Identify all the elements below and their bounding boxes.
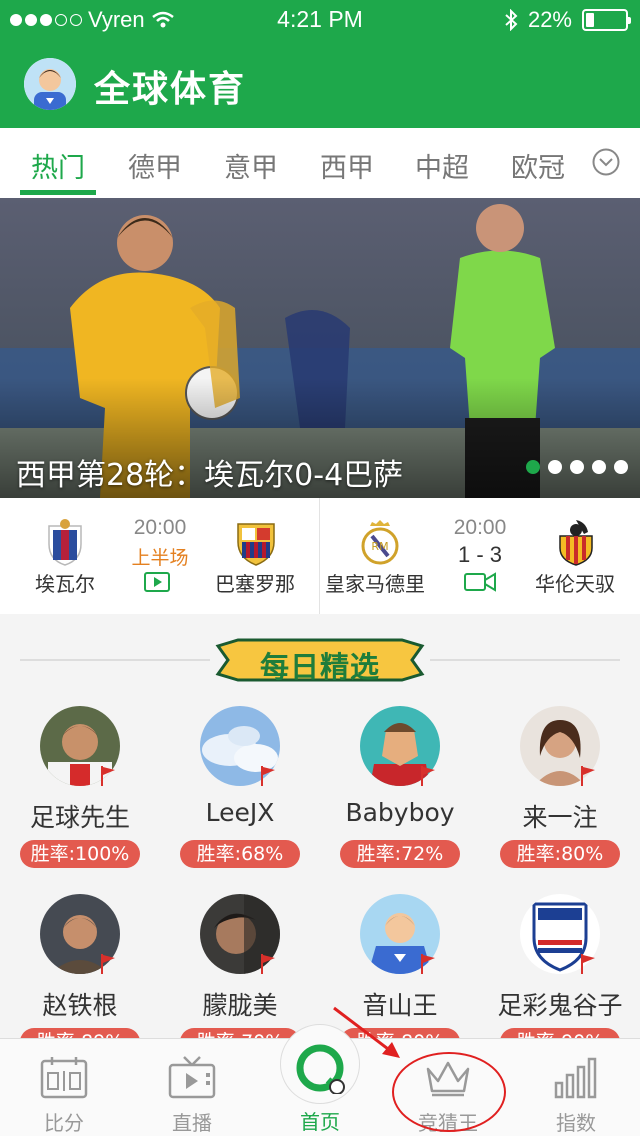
tv-icon: [168, 1056, 216, 1099]
match-card[interactable]: RM 皇家马德里 20:00 1 - 3 华伦天驭: [320, 498, 640, 614]
section-divider: [430, 659, 620, 661]
battery-percent: 22%: [527, 7, 572, 32]
away-team-name: 华伦天驭: [535, 572, 615, 596]
home-team-name: 皇家马德里: [325, 572, 425, 596]
expert-name: 足球先生: [29, 803, 130, 832]
headline-banner[interactable]: 西甲第28轮：埃瓦尔0-4巴萨: [0, 198, 640, 498]
tab-champions-league[interactable]: 欧冠: [493, 146, 583, 185]
daily-picks-section: 每日精选 足球先生 胜率:100% LeeJX 胜率:68% Babyboy 胜…: [0, 614, 640, 1038]
expert-name: 来一注: [522, 803, 598, 832]
svg-text:RM: RM: [371, 540, 388, 553]
annotation-highlight: [392, 1052, 506, 1132]
video-camera-icon[interactable]: [464, 572, 496, 592]
banner-pagination: [526, 460, 628, 474]
expert-card[interactable]: 来一注 胜率:80%: [480, 706, 640, 896]
flag-icon: [581, 766, 595, 786]
flag-icon: [581, 954, 595, 974]
expert-name: Babyboy: [345, 798, 455, 827]
nav-item-live[interactable]: 直播: [128, 1039, 256, 1136]
match-status: 上半场: [131, 547, 189, 569]
play-icon[interactable]: [144, 572, 170, 592]
active-tab-indicator: [20, 190, 96, 195]
bar-chart-icon: [554, 1057, 597, 1099]
flag-icon: [101, 766, 115, 786]
live-matches: 埃瓦尔 20:00 上半场 巴塞罗那 RM 皇家马德里 20:00 1 - 3: [0, 498, 640, 614]
chevron-down-icon[interactable]: [592, 148, 620, 176]
match-score: 1 - 3: [457, 542, 503, 567]
eibar-logo-icon: [48, 519, 82, 566]
flag-icon: [101, 954, 115, 974]
tab-bundesliga[interactable]: 德甲: [110, 146, 200, 185]
expert-name: LeeJX: [205, 798, 275, 827]
expert-card[interactable]: 朦胧美 胜率:70%: [160, 894, 320, 1038]
expert-card[interactable]: 足球先生 胜率:100%: [0, 706, 160, 896]
match-time: 20:00: [133, 516, 187, 539]
valencia-logo-icon: [559, 520, 593, 566]
battery-icon: [582, 9, 631, 31]
win-rate-badge: 胜率:90%: [500, 1028, 620, 1038]
win-rate-badge: 胜率:100%: [20, 840, 140, 868]
user-avatar[interactable]: [24, 58, 76, 110]
expert-card[interactable]: 赵铁根 胜率:89%: [0, 894, 160, 1038]
nav-label: 比分: [44, 1111, 84, 1135]
expert-card[interactable]: LeeJX 胜率:68%: [160, 706, 320, 896]
flag-icon: [261, 954, 275, 974]
away-team-name: 巴塞罗那: [215, 572, 295, 596]
section-divider: [20, 659, 210, 661]
win-rate-badge: 胜率:72%: [340, 840, 460, 868]
expert-name: 朦胧美: [202, 991, 278, 1020]
nav-label: 指数: [556, 1111, 596, 1135]
tab-serie-a[interactable]: 意甲: [206, 146, 296, 185]
category-tabs: 热门 德甲 意甲 西甲 中超 欧冠: [0, 128, 640, 198]
nav-label: 直播: [172, 1111, 212, 1135]
barcelona-logo-icon: [237, 523, 275, 566]
match-card[interactable]: 埃瓦尔 20:00 上半场 巴塞罗那: [0, 498, 320, 614]
tab-hot[interactable]: 热门: [13, 146, 103, 185]
win-rate-badge: 胜率:70%: [180, 1028, 300, 1038]
win-rate-badge: 胜率:80%: [500, 840, 620, 868]
expert-card[interactable]: Babyboy 胜率:72%: [320, 706, 480, 896]
match-time: 20:00: [453, 516, 507, 539]
nav-item-index[interactable]: 指数: [512, 1039, 640, 1136]
expert-name: 赵铁根: [42, 991, 118, 1020]
home-team-name: 埃瓦尔: [35, 572, 95, 596]
expert-name: 足彩鬼谷子: [497, 991, 623, 1020]
flag-icon: [421, 766, 435, 786]
bluetooth-icon: [505, 9, 518, 31]
win-rate-badge: 胜率:68%: [180, 840, 300, 868]
flag-icon: [261, 766, 275, 786]
nav-item-score[interactable]: 比分: [0, 1039, 128, 1136]
real-madrid-logo-icon: RM: [361, 520, 399, 565]
daily-picks-title: 每日精选: [259, 650, 380, 684]
flag-icon: [421, 954, 435, 974]
app-title: 全球体育: [94, 69, 247, 110]
banner-title: 西甲第28轮：埃瓦尔0-4巴萨: [16, 458, 404, 493]
expert-card[interactable]: 足彩鬼谷子 胜率:90%: [480, 894, 640, 1038]
nav-label: 首页: [300, 1110, 340, 1134]
win-rate-badge: 胜率:89%: [20, 1028, 140, 1038]
scoreboard-icon: [40, 1057, 88, 1099]
annotation-arrow: [333, 1006, 400, 1058]
tab-la-liga[interactable]: 西甲: [302, 146, 392, 185]
tab-csl[interactable]: 中超: [397, 146, 487, 185]
status-bar: Vyren 4:21 PM 22%: [0, 0, 640, 40]
